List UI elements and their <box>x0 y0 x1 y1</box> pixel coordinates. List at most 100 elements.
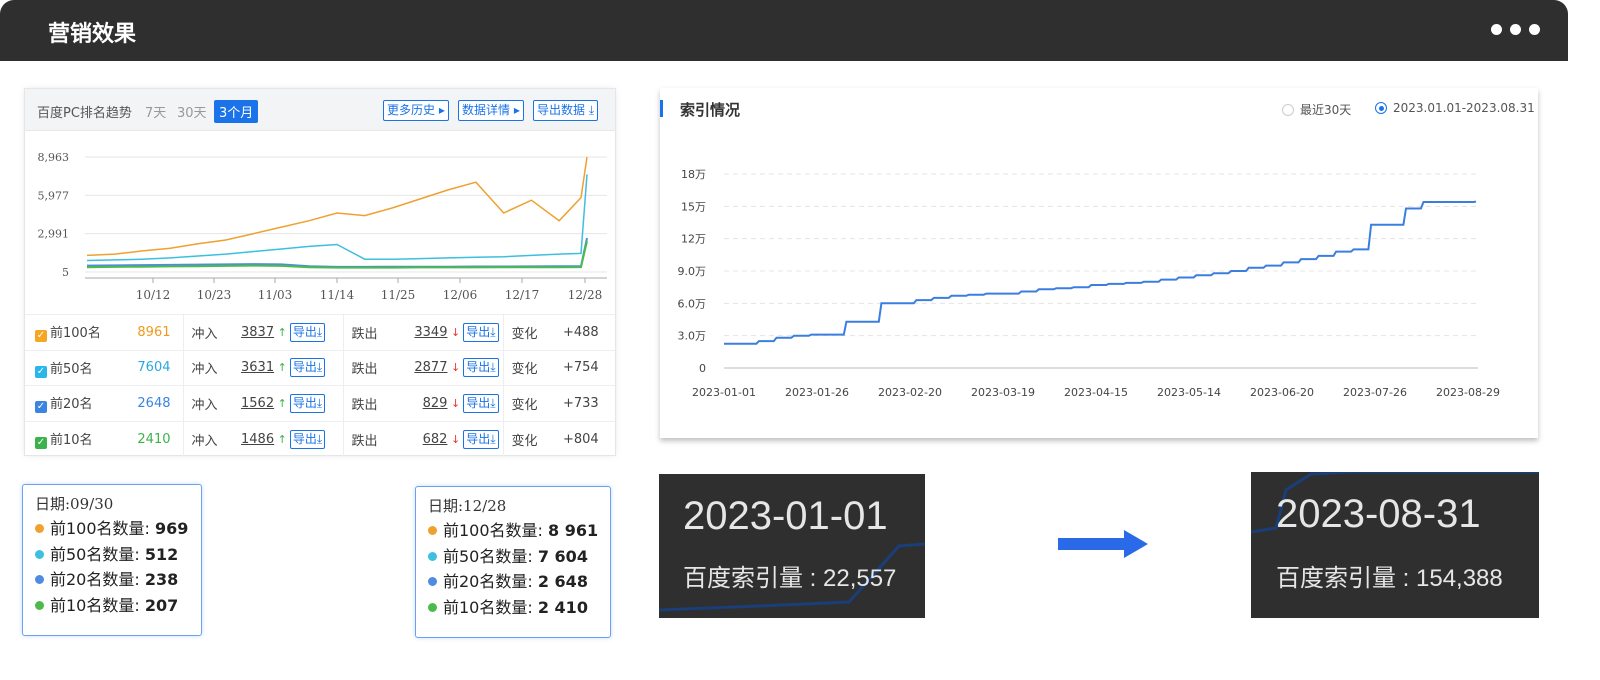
change-label: 变化 <box>502 349 563 386</box>
end-callout: 2023-08-31 百度索引量 : 154,388 <box>1251 472 1539 618</box>
x-tick-label: 11/03 <box>258 288 293 302</box>
table-row: ✓ 前50名 7604 冲入 3631 ↑ 导出⤓ 跌出 2877 ↓ 导出⤓ 变化 +754 <box>25 349 615 386</box>
y-tick-label: 8,963 <box>38 151 70 164</box>
start-index-count: 百度索引量 : 22,557 <box>683 565 897 592</box>
tooltip-label: 前10名数量: <box>50 595 145 615</box>
table-row: ✓ 前20名 2648 冲入 1562 ↑ 导出⤓ 跌出 829 ↓ 导出⤓ 变化 +733 <box>25 385 615 421</box>
ellipsis-icon[interactable] <box>1491 24 1540 35</box>
y-tick-label: 9.0万 <box>678 265 707 278</box>
checkbox-checked-icon[interactable]: ✓ <box>35 401 47 414</box>
y-tick-label: 0 <box>699 362 706 375</box>
export-button[interactable]: 导出⤓ <box>463 322 499 342</box>
series-dot-icon <box>428 602 437 612</box>
export-button[interactable]: 导出⤓ <box>289 358 326 378</box>
out-value[interactable]: 2877 <box>414 360 447 375</box>
series-line[interactable] <box>86 156 588 257</box>
tooltip-label: 前10名数量: <box>443 597 538 617</box>
rank-total: 7604 <box>137 349 183 386</box>
in-value[interactable]: 3631 <box>241 360 274 375</box>
out-cell: 682 ↓ 导出⤓ <box>401 420 503 457</box>
tooltip-row: 前20名数量: 2 648 <box>428 569 610 595</box>
radio-label: 最近30天 <box>1300 103 1352 117</box>
in-value[interactable]: 1562 <box>241 396 274 411</box>
arrow-up-icon: ↑ <box>274 325 287 339</box>
rank-label-cell[interactable]: ✓ 前20名 <box>25 385 137 421</box>
checkbox-checked-icon[interactable]: ✓ <box>35 365 47 378</box>
tooltip-value: 2 648 <box>537 572 588 591</box>
out-label: 跌出 <box>342 314 401 350</box>
tab-30days[interactable]: 30天 <box>177 102 207 121</box>
x-tick-label: 2023-02-20 <box>878 386 942 399</box>
out-value[interactable]: 3349 <box>414 325 447 340</box>
x-tick-label: 2023-04-15 <box>1064 386 1128 399</box>
radio-label: 2023.01.01-2023.08.31 <box>1393 101 1535 115</box>
out-cell: 829 ↓ 导出⤓ <box>401 385 503 421</box>
export-button[interactable]: 导出⤓ <box>463 429 499 449</box>
export-data-button[interactable]: 导出数据 ⤓ <box>533 100 599 121</box>
arrow-up-icon: ↑ <box>274 361 287 375</box>
y-tick-label: 12万 <box>681 233 706 246</box>
tooltip-row: 前20名数量: 238 <box>35 567 201 593</box>
accent-bar <box>660 100 663 117</box>
tooltip-value: 7 604 <box>537 546 588 566</box>
x-tick-label: 2023-01-26 <box>785 386 849 399</box>
in-label: 冲入 <box>182 349 241 386</box>
series-line[interactable] <box>86 237 588 268</box>
in-label: 冲入 <box>182 420 241 457</box>
tooltip-right: 日期:12/28 前100名数量: 8 961 前50名数量: 7 604 前20名… <box>415 486 611 638</box>
tab-3months[interactable]: 3个月 <box>214 100 259 123</box>
rank-label-cell[interactable]: ✓ 前10名 <box>25 420 137 457</box>
tooltip-label: 前50名数量: <box>50 544 145 564</box>
export-button[interactable]: 导出⤓ <box>289 322 326 342</box>
in-value[interactable]: 1486 <box>241 432 274 447</box>
export-button[interactable]: 导出⤓ <box>463 358 499 378</box>
index-series-line[interactable] <box>724 200 1477 345</box>
arrow-down-icon: ↓ <box>447 361 461 375</box>
arrow-down-icon: ↓ <box>447 396 461 410</box>
out-label: 跌出 <box>342 420 401 457</box>
arrow-down-icon: ↓ <box>447 325 461 339</box>
page-title: 营销效果 <box>48 22 137 47</box>
change-value: +488 <box>563 314 615 350</box>
export-button[interactable]: 导出⤓ <box>463 393 499 413</box>
checkbox-checked-icon[interactable]: ✓ <box>35 330 47 343</box>
change-value: +754 <box>563 349 615 386</box>
change-label: 变化 <box>502 314 563 350</box>
data-detail-button[interactable]: 数据详情 ▸ <box>458 100 524 121</box>
tooltip-row: 前10名数量: 2 410 <box>428 595 610 621</box>
in-cell: 3837 ↑ 导出⤓ <box>241 314 343 350</box>
checkbox-checked-icon[interactable]: ✓ <box>35 437 47 449</box>
ranking-line-chart[interactable]: 8,963 5,977 2,991 5 10/12 10/23 11/03 11/14 11/2… <box>25 132 617 314</box>
x-tick-label: 2023-07-26 <box>1343 386 1407 399</box>
out-value[interactable]: 829 <box>423 396 448 411</box>
rank-label: 前50名 <box>50 361 93 377</box>
rank-label-cell[interactable]: ✓ 前50名 <box>25 349 137 386</box>
index-line-chart[interactable]: 18万 15万 12万 9.0万 6.0万 3.0万 0 2023-01-01 2023-01-… <box>660 130 1538 430</box>
tooltip-value: 207 <box>144 595 179 615</box>
rank-label-cell[interactable]: ✓ 前100名 <box>25 314 137 350</box>
tab-7days[interactable]: 7天 <box>145 102 166 121</box>
tooltip-row: 前10名数量: 207 <box>35 593 201 619</box>
series-dot-icon <box>35 549 44 559</box>
x-tick-label: 2023-05-14 <box>1157 386 1221 399</box>
export-button[interactable]: 导出⤓ <box>289 429 326 449</box>
radio-date-range[interactable]: 2023.01.01-2023.08.31 <box>1375 101 1535 115</box>
more-history-button[interactable]: 更多历史 ▸ <box>383 100 449 121</box>
export-button[interactable]: 导出⤓ <box>289 393 326 413</box>
in-label: 冲入 <box>182 385 241 421</box>
index-title: 索引情况 <box>680 101 741 119</box>
series-line[interactable] <box>86 174 588 262</box>
out-label: 跌出 <box>342 349 401 386</box>
arrow-right-icon <box>1058 530 1148 558</box>
in-value[interactable]: 3837 <box>241 325 274 340</box>
rank-total: 8961 <box>137 314 183 350</box>
tooltip-value: 238 <box>144 570 179 589</box>
radio-last-30-days[interactable]: 最近30天 <box>1282 101 1351 118</box>
change-value: +733 <box>563 385 615 421</box>
in-cell: 1562 ↑ 导出⤓ <box>241 385 343 421</box>
ranking-header: 百度PC排名趋势 7天 30天 3个月 更多历史 ▸ 数据详情 ▸ 导出数据 ⤓ <box>25 89 615 131</box>
out-value[interactable]: 682 <box>423 432 448 447</box>
change-label: 变化 <box>502 385 563 421</box>
x-tick-label: 12/06 <box>443 288 478 302</box>
table-row: ✓ 前10名 2410 冲入 1486 ↑ 导出⤓ 跌出 682 ↓ 导出⤓ 变化 +804 <box>25 420 615 457</box>
